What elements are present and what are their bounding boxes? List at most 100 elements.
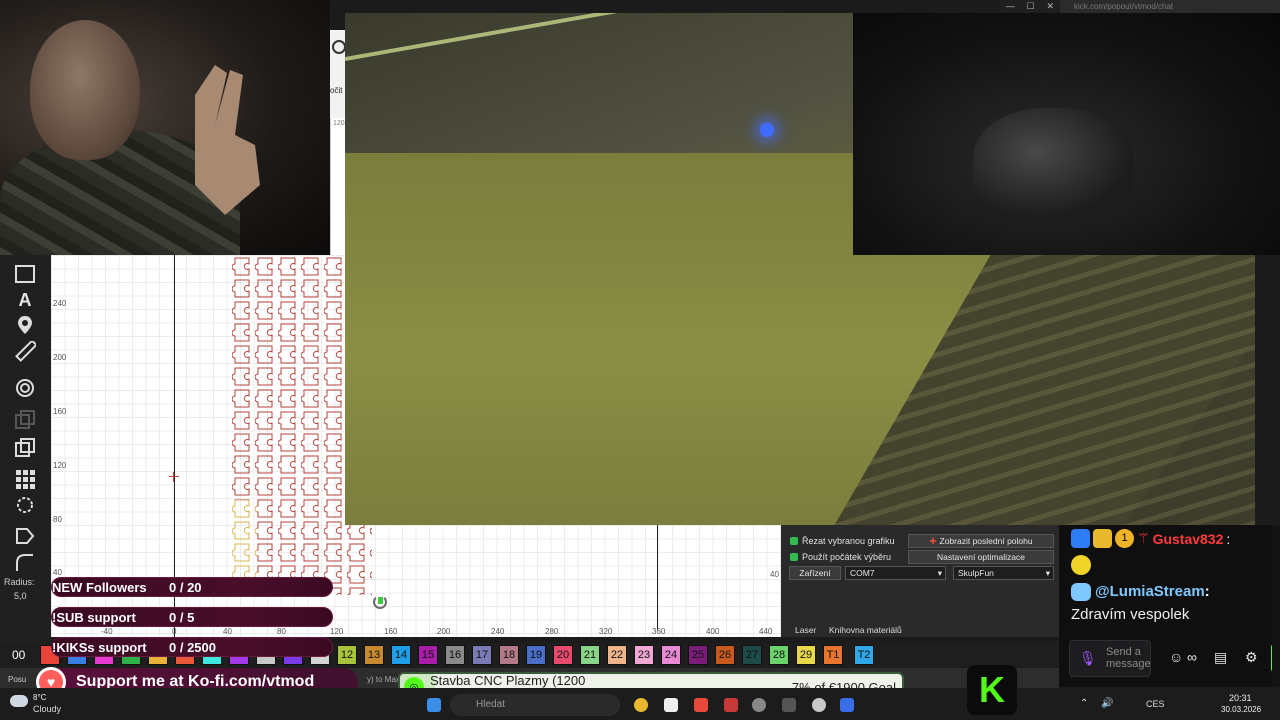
palette-layer-00[interactable]: 00 (12, 648, 25, 662)
input-language[interactable]: CES (1146, 699, 1165, 709)
palette-swatch[interactable]: 27 (742, 645, 762, 665)
chrome-icon[interactable] (634, 698, 648, 712)
x-axis-label: 320 (599, 627, 613, 636)
show-last-position-button[interactable]: ✚ Zobrazit poslední polohu (908, 534, 1054, 548)
selection-origin-label: Použít počátek výběru (802, 552, 892, 562)
gear-icon[interactable]: ⚙ (1245, 649, 1258, 666)
kiks-goal: !KIKSs support 0 / 2500 (51, 637, 333, 657)
ruler-label: 120 (333, 120, 345, 127)
port-select[interactable]: COM7 ▾ (845, 566, 946, 580)
palette-swatch[interactable]: 24 (661, 645, 681, 665)
palette-swatch[interactable]: 29 (796, 645, 816, 665)
app-icon[interactable] (840, 698, 854, 712)
kick-chat: 1 ⚚ Gustav832: @LumiaStream: Zdravím ves… (1059, 525, 1280, 687)
radius-value[interactable]: 5,0 (14, 591, 27, 601)
goal-count: 0 / 5 (169, 609, 195, 625)
microphone-icon[interactable]: 🎙 (1079, 650, 1097, 666)
palette-swatch[interactable]: T2 (854, 645, 874, 665)
copy-icon[interactable] (12, 407, 38, 433)
app-icon[interactable] (664, 698, 678, 712)
palette-swatch[interactable]: 12 (337, 645, 357, 665)
optimization-settings-button[interactable]: Nastavení optimalizace (908, 550, 1054, 564)
windows-start-icon[interactable] (427, 698, 441, 712)
boolean-icon[interactable] (12, 435, 38, 461)
moderator-badge-icon (1071, 529, 1090, 548)
corner-radius-icon[interactable] (12, 550, 38, 576)
palette-swatch[interactable]: 14 (391, 645, 411, 665)
store-icon[interactable]: ▤ (1214, 649, 1227, 666)
chat-username[interactable]: @LumiaStream: (1095, 583, 1210, 600)
palette-swatch[interactable]: 25 (688, 645, 708, 665)
infinity-icon[interactable]: ∞ (1187, 649, 1197, 665)
y-axis-label: 120 (53, 461, 67, 470)
palette-swatch[interactable]: 22 (607, 645, 627, 665)
weather-temperature[interactable]: 8°C (33, 693, 46, 702)
y-axis-label: 200 (53, 353, 67, 362)
chevron-down-icon: ▾ (937, 568, 942, 578)
x-axis-label: 0 (172, 627, 177, 636)
app-icon[interactable] (752, 698, 766, 712)
x-axis-label: -40 (101, 627, 113, 636)
laser-position-dot (378, 597, 383, 604)
palette-swatch[interactable]: 18 (499, 645, 519, 665)
bot-icon (1071, 583, 1091, 601)
minimize-icon[interactable]: — (1006, 0, 1015, 13)
x-axis-label: 120 (330, 627, 344, 636)
offset-circle-icon[interactable] (12, 375, 38, 401)
zoom-icon[interactable] (332, 40, 346, 54)
palette-swatch[interactable]: 28 (769, 645, 789, 665)
selection-origin-checkbox[interactable] (790, 553, 798, 561)
browser-address[interactable]: kick.com/popout/vtmod/chat (1060, 0, 1280, 13)
tab-material-library[interactable]: Knihovna materiálů (829, 625, 902, 635)
palette-swatch[interactable]: 20 (553, 645, 573, 665)
palette-swatch[interactable]: 17 (472, 645, 492, 665)
colon: : (1226, 530, 1231, 547)
crown-badge-icon (1093, 529, 1112, 548)
chat-scrollbar[interactable] (1272, 525, 1280, 687)
goal-count: 0 / 2500 (169, 639, 216, 655)
obs-icon[interactable] (812, 698, 826, 712)
circular-array-icon[interactable] (12, 492, 38, 518)
weather-description[interactable]: Cloudy (33, 704, 61, 714)
speaker-icon[interactable]: 🔊 (1101, 698, 1113, 709)
x-axis-label: 200 (437, 627, 451, 636)
app-icon[interactable] (782, 698, 796, 712)
grid-array-icon[interactable] (12, 466, 38, 492)
palette-swatch[interactable]: T1 (823, 645, 843, 665)
machine-select[interactable]: SkulpFun ▾ (953, 566, 1054, 580)
bed-boundary-line (657, 525, 658, 630)
cut-selected-checkbox[interactable] (790, 537, 798, 545)
verified-icon: ⚚ (1137, 530, 1150, 546)
palette-swatch[interactable]: 15 (418, 645, 438, 665)
x-axis-label: 440 (759, 627, 773, 636)
crosshair-v (173, 472, 174, 482)
laser-control-panel: Řezat vybranou grafiku Použít počátek vý… (781, 525, 1059, 637)
palette-swatch[interactable]: 19 (526, 645, 546, 665)
brave-icon[interactable] (694, 698, 708, 712)
clock-date[interactable]: 30.03.2026 (1221, 705, 1261, 714)
taskbar-search[interactable]: Hledat (450, 694, 620, 716)
palette-swatch[interactable]: 21 (580, 645, 600, 665)
devices-button[interactable]: Zařízení (789, 566, 841, 580)
clock-time[interactable]: 20:31 (1229, 693, 1252, 703)
chat-username[interactable]: Gustav832 (1153, 531, 1224, 547)
x-axis-label: 40 (223, 627, 232, 636)
app-icon[interactable] (724, 698, 738, 712)
x-axis-label: 280 (545, 627, 559, 636)
measure-ruler-icon[interactable] (12, 339, 38, 365)
rectangle-select-icon[interactable] (12, 261, 38, 287)
emote-picker-icon[interactable]: ☺ (1169, 649, 1183, 665)
position-pin-icon[interactable] (12, 312, 38, 338)
chevron-up-icon[interactable]: ⌃ (1080, 698, 1088, 709)
palette-swatch[interactable]: 26 (715, 645, 735, 665)
text-tool-icon[interactable]: A (12, 287, 38, 313)
palette-swatch[interactable]: 13 (364, 645, 384, 665)
close-icon[interactable]: ✕ (1047, 0, 1055, 13)
maximize-icon[interactable]: ☐ (1027, 0, 1035, 13)
tab-laser[interactable]: Laser (795, 625, 816, 635)
palette-swatch[interactable]: 23 (634, 645, 654, 665)
machine-value: SkulpFun (958, 568, 994, 578)
palette-swatch[interactable]: 16 (445, 645, 465, 665)
arrow-shape-icon[interactable] (12, 523, 38, 549)
secondary-camera-feed (853, 13, 1280, 255)
